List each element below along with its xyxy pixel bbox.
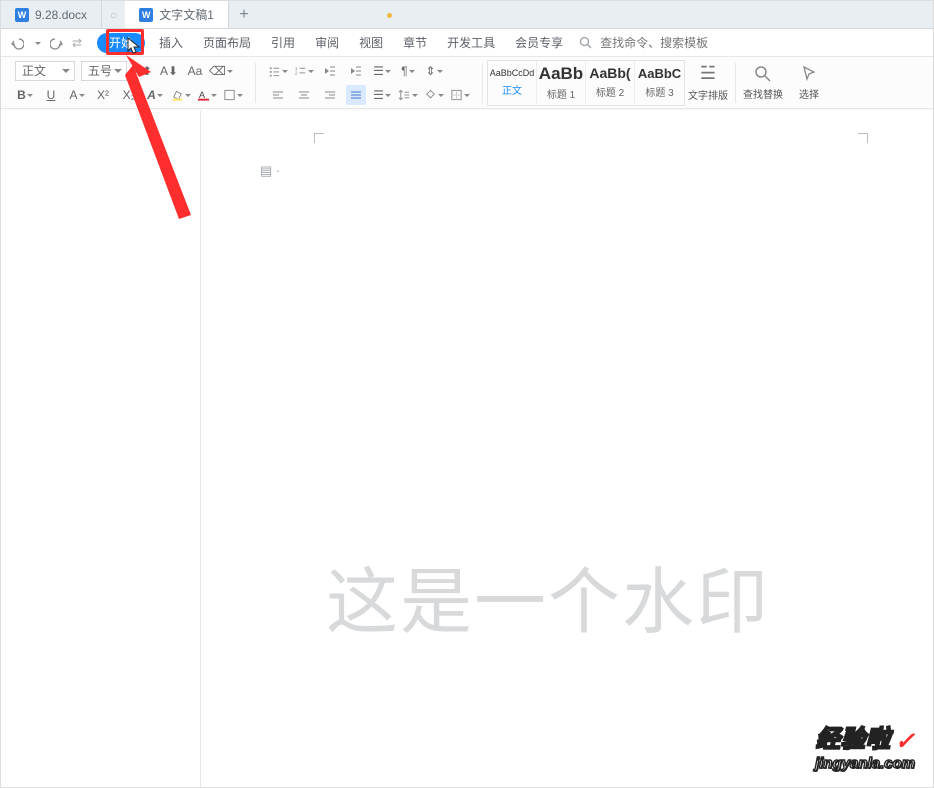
site-watermark-title: 经验啦 <box>816 728 891 752</box>
watermark-text: 这是一个水印 <box>326 543 871 648</box>
style-normal[interactable]: AaBbCcDd 正文 <box>488 61 537 105</box>
text-effects-icon[interactable]: A <box>145 85 165 105</box>
align-justify-icon[interactable] <box>346 85 366 105</box>
style-preview: AaBbC <box>638 67 681 80</box>
menu-section[interactable]: 章节 <box>393 29 437 56</box>
margin-marker-icon <box>314 133 324 143</box>
menu-view[interactable]: 视图 <box>349 29 393 56</box>
navigation-pane <box>1 111 201 787</box>
new-tab-button[interactable]: + <box>229 1 259 28</box>
magnifier-icon <box>754 65 772 83</box>
big-tool-label: 文字排版 <box>688 87 728 102</box>
increase-indent-icon[interactable] <box>346 61 366 81</box>
font-more-icon[interactable]: A <box>67 85 87 105</box>
style-label: 正文 <box>502 82 522 97</box>
tab-label: 文字文稿1 <box>159 6 214 23</box>
style-label: 标题 1 <box>547 86 575 101</box>
style-label: 标题 3 <box>645 84 673 99</box>
checkmark-icon: ✓ <box>895 730 915 754</box>
undo-more-icon[interactable] <box>29 35 45 51</box>
margin-marker-icon <box>858 133 868 143</box>
site-watermark-url: jingyanla.com <box>815 756 915 771</box>
undo-icon[interactable] <box>9 35 25 51</box>
font-group: 正文 五号 A⬆ A⬇ Aa ⌫ B U A X² X₂ A A <box>7 57 251 108</box>
line-spacing-icon[interactable] <box>398 85 418 105</box>
increase-font-icon[interactable]: A⬆ <box>133 61 153 81</box>
cursor-icon <box>800 65 818 83</box>
tab-doc-2[interactable]: W 文字文稿1 <box>125 1 229 28</box>
big-tool-label: 查找替换 <box>743 86 783 101</box>
paragraph-group: 12 ☰ ¶ ⇕ ☰ <box>260 57 478 108</box>
menu-reference[interactable]: 引用 <box>261 29 305 56</box>
change-case-icon[interactable]: Aa <box>185 61 205 81</box>
command-search[interactable] <box>579 35 718 51</box>
paragraph-spacing-icon[interactable]: ⇕ <box>424 61 444 81</box>
quick-access: ⇄ <box>1 35 93 51</box>
menu-dev-tools[interactable]: 开发工具 <box>437 29 505 56</box>
word-doc-icon: W <box>139 8 153 22</box>
style-heading-3[interactable]: AaBbC 标题 3 <box>635 61 684 105</box>
menu-vip[interactable]: 会员专享 <box>505 29 573 56</box>
style-heading-2[interactable]: AaBb( 标题 2 <box>586 61 635 105</box>
superscript-icon[interactable]: X² <box>93 85 113 105</box>
tab-bar: W 9.28.docx ○ W 文字文稿1 + <box>1 1 933 29</box>
number-list-icon[interactable]: 12 <box>294 61 314 81</box>
style-label: 标题 2 <box>596 84 624 99</box>
font-color-icon[interactable]: A <box>197 85 217 105</box>
sort-icon[interactable]: ☰ <box>372 61 392 81</box>
font-size-select[interactable]: 五号 <box>81 61 127 81</box>
style-preview: AaBb( <box>589 66 630 80</box>
distribute-icon[interactable]: ☰ <box>372 85 392 105</box>
shading-icon[interactable] <box>223 85 243 105</box>
document-view[interactable]: ▤ · 这是一个水印 <box>201 111 871 787</box>
align-right-icon[interactable] <box>320 85 340 105</box>
menu-page-layout[interactable]: 页面布局 <box>193 29 261 56</box>
style-preview: AaBb <box>539 65 583 82</box>
bullet-list-icon[interactable] <box>268 61 288 81</box>
decrease-indent-icon[interactable] <box>320 61 340 81</box>
menu-bar: ⇄ 开始 插入 页面布局 引用 审阅 视图 章节 开发工具 会员专享 <box>1 29 933 57</box>
align-left-icon[interactable] <box>268 85 288 105</box>
styles-gallery[interactable]: AaBbCcDd 正文 AaBb 标题 1 AaBb( 标题 2 AaBbC 标… <box>487 60 685 106</box>
borders-icon[interactable] <box>450 85 470 105</box>
text-arrange-icon: ☱ <box>700 63 716 84</box>
clear-format-icon[interactable]: ⌫ <box>211 61 231 81</box>
qa-overflow-icon[interactable]: ⇄ <box>69 35 85 51</box>
redo-icon[interactable] <box>49 35 65 51</box>
search-icon <box>579 36 592 49</box>
tab-label: 9.28.docx <box>35 8 87 22</box>
command-search-input[interactable] <box>598 35 718 51</box>
svg-text:2: 2 <box>295 70 298 75</box>
subscript-icon[interactable]: X₂ <box>119 85 139 105</box>
highlight-color-icon[interactable] <box>171 85 191 105</box>
select-tool-button[interactable]: 选择 <box>786 65 832 101</box>
decrease-font-icon[interactable]: A⬇ <box>159 61 179 81</box>
shading-bg-icon[interactable] <box>424 85 444 105</box>
underline-icon[interactable]: U <box>41 85 61 105</box>
svg-text:A: A <box>199 89 206 99</box>
show-marks-icon[interactable]: ¶ <box>398 61 418 81</box>
unsaved-dot-icon <box>387 13 392 18</box>
bold-icon[interactable]: B <box>15 85 35 105</box>
ribbon-toolbar: 正文 五号 A⬆ A⬇ Aa ⌫ B U A X² X₂ A A <box>1 57 933 109</box>
header-marker-icon: ▤ · <box>260 163 280 179</box>
find-replace-button[interactable]: 查找替换 <box>740 65 786 101</box>
align-center-icon[interactable] <box>294 85 314 105</box>
menu-insert[interactable]: 插入 <box>149 29 193 56</box>
tab-pin-icon[interactable]: ○ <box>102 1 125 28</box>
style-preview: AaBbCcDd <box>490 69 535 78</box>
big-tool-label: 选择 <box>799 86 819 101</box>
site-watermark: 经验啦✓ jingyanla.com <box>815 728 915 771</box>
font-name-select[interactable]: 正文 <box>15 61 75 81</box>
word-doc-icon: W <box>15 8 29 22</box>
menu-review[interactable]: 审阅 <box>305 29 349 56</box>
menu-start[interactable]: 开始 <box>97 33 145 53</box>
style-heading-1[interactable]: AaBb 标题 1 <box>537 61 586 105</box>
text-arrangement-button[interactable]: ☱ 文字排版 <box>685 63 731 102</box>
tab-doc-1[interactable]: W 9.28.docx <box>1 1 102 28</box>
page-canvas[interactable]: ▤ · 这是一个水印 <box>236 123 871 787</box>
